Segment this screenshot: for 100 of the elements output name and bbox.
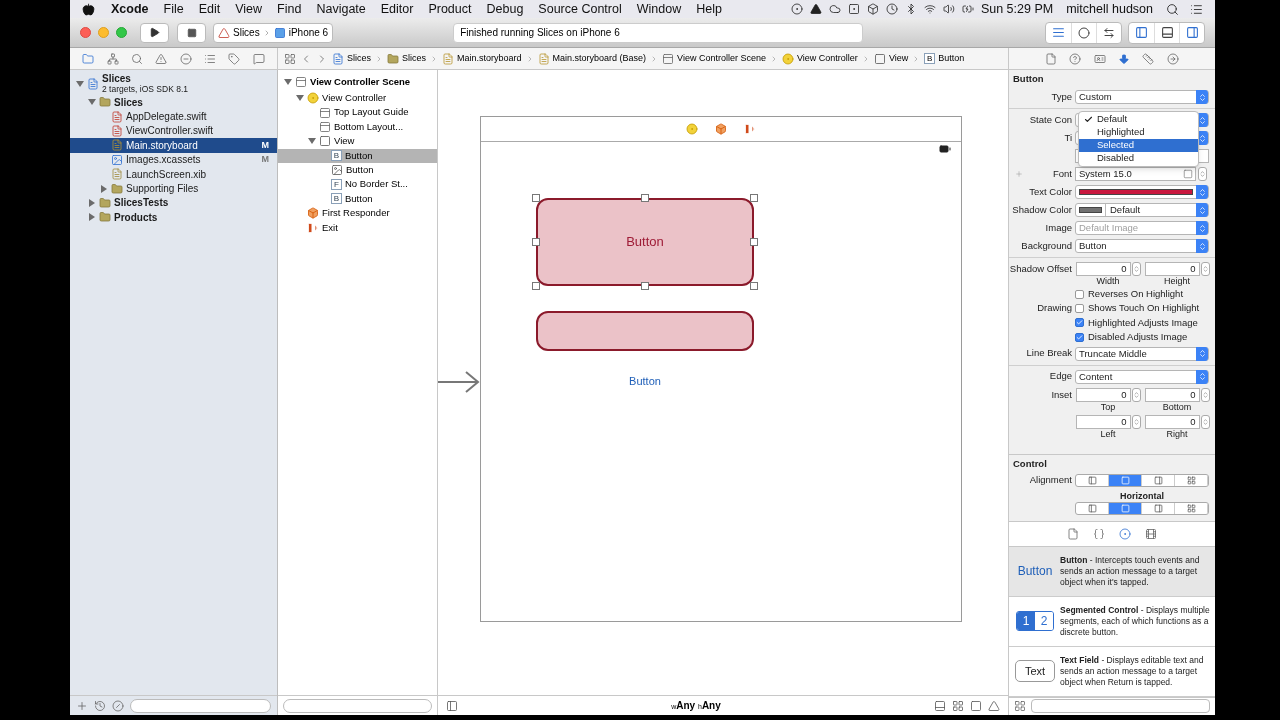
color-popup[interactable]: Default <box>1075 203 1209 217</box>
breadcrumb-item[interactable]: B Button <box>924 51 965 66</box>
library-description: Text Field - Displays editable text and sends an action message to a target object when Return is tapped. <box>1060 654 1205 688</box>
segmented-preview: 1 2 <box>1016 611 1054 631</box>
field-label: Text Color <box>1029 185 1072 197</box>
number-field[interactable]: 0 <box>1144 262 1200 276</box>
outline-item[interactable]: Exit <box>278 220 437 235</box>
type-badge: B <box>331 150 342 162</box>
outline-item[interactable]: B Button <box>278 148 437 163</box>
checkbox-label: Disabled Adjusts Image <box>1088 330 1188 345</box>
scheme-name: Slices <box>233 26 260 40</box>
project-name: Slices <box>102 74 132 84</box>
field-caption: Top <box>1100 401 1116 413</box>
menu-item[interactable]: Xcode <box>111 0 149 19</box>
device-name: iPhone 6 <box>288 26 329 40</box>
type-badge: F <box>331 179 342 191</box>
checkbox-label: Highlighted Adjusts Image <box>1088 315 1198 330</box>
menu-option[interactable]: Highlighted <box>1079 126 1198 139</box>
outline-item[interactable]: View <box>278 134 437 149</box>
outline-item[interactable]: View Controller <box>278 91 437 106</box>
menu-item[interactable]: Find <box>277 0 302 19</box>
breadcrumb-item[interactable]: Slices <box>332 51 371 66</box>
field-caption: Horizontal <box>1120 490 1164 501</box>
field-label: Alignment <box>1029 474 1072 486</box>
menu-item[interactable]: Help <box>696 0 722 19</box>
button-preview: Button <box>1017 563 1053 580</box>
menu-item[interactable]: View <box>235 0 263 19</box>
field-label: Line Break <box>1026 347 1072 359</box>
project-subtitle: 2 targets, iOS SDK 8.1 <box>102 84 188 94</box>
menu-item[interactable]: Source Control <box>538 0 622 19</box>
font-field[interactable]: System 15.0 <box>1075 167 1196 181</box>
field-caption: Width <box>1096 276 1120 287</box>
menu-item[interactable]: Debug <box>486 0 524 19</box>
menu-item[interactable]: Window <box>636 0 682 19</box>
menu-option[interactable]: Disabled <box>1079 152 1198 165</box>
text-field-preview: Text <box>1015 660 1055 682</box>
button-element[interactable]: Button <box>536 198 754 286</box>
menu-item[interactable]: Editor <box>380 0 414 19</box>
file-tree-item[interactable]: Supporting Files <box>70 181 277 196</box>
menu-option[interactable]: Default <box>1079 113 1198 126</box>
field-caption: Right <box>1166 428 1188 440</box>
field-label: Image <box>1045 221 1072 233</box>
library-description: Button - Intercepts touch events and sends an action message to a target object when it's tapped. <box>1060 554 1201 588</box>
section-title: Control <box>1013 457 1047 472</box>
checkbox-label: Shows Touch On Highlight <box>1088 301 1200 316</box>
file-tree-item[interactable]: LaunchScreen.xib <box>70 166 277 182</box>
outline-item[interactable]: View Controller Scene <box>278 73 437 91</box>
breadcrumb-item[interactable]: Main.storyboard (Base) <box>537 51 647 66</box>
menu-option[interactable]: Selected <box>1079 139 1198 152</box>
field-caption: Height <box>1164 276 1190 287</box>
file-tree-item[interactable]: Slices 2 targets, iOS SDK 8.1 <box>70 73 277 95</box>
activity-status: Finished running Slices on iPhone 6 <box>453 22 864 43</box>
section-title: Button <box>1013 71 1044 86</box>
number-field[interactable]: 0 <box>1144 387 1200 402</box>
outline-item[interactable]: Bottom Layout... <box>278 119 437 135</box>
field-label: Shadow Color <box>1012 203 1072 215</box>
popup-button[interactable]: Button <box>1075 239 1209 253</box>
file-tree-item[interactable]: SlicesTests <box>70 195 277 211</box>
breadcrumb-item[interactable]: View Controller Scene <box>662 51 766 66</box>
button-element[interactable]: Button <box>629 373 661 390</box>
file-tree-item[interactable]: Images.xcassets M <box>70 152 277 167</box>
field-label: Drawing <box>1037 302 1072 314</box>
outline-item[interactable]: B Button <box>278 191 437 207</box>
outline-item[interactable]: First Responder <box>278 206 437 221</box>
field-label: Type <box>1051 90 1072 102</box>
number-field[interactable]: 0 <box>1075 262 1131 276</box>
menu-item[interactable]: Product <box>428 0 472 19</box>
field-label: Font <box>1053 166 1072 181</box>
menu-item[interactable]: Navigate <box>316 0 366 19</box>
file-tree-item[interactable]: Slices <box>70 95 277 110</box>
type-badge: B <box>924 53 936 64</box>
breadcrumb-item[interactable]: View Controller <box>782 51 858 66</box>
field-label: Ti <box>1064 131 1072 143</box>
number-field[interactable]: 0 <box>1144 414 1200 429</box>
breadcrumb-item[interactable]: View <box>873 51 909 66</box>
menu-item[interactable]: Edit <box>198 0 221 19</box>
breadcrumb-item[interactable]: Slices <box>387 51 427 66</box>
scheme-selector[interactable]: Slices iPhone 6 <box>213 22 334 43</box>
outline-item[interactable]: Button <box>278 162 437 178</box>
status-label: M <box>261 153 269 166</box>
field-label: Inset <box>1051 388 1072 400</box>
outline-item[interactable]: F No Border St... <box>278 177 437 192</box>
file-tree-item[interactable]: Products <box>70 210 277 225</box>
user-name[interactable]: mitchell hudson <box>1066 0 1153 19</box>
breadcrumb-item[interactable]: Main.storyboard <box>442 51 522 66</box>
file-tree-item[interactable]: Main.storyboard M <box>70 138 277 153</box>
file-tree-item[interactable]: ViewController.swift <box>70 123 277 139</box>
popup-button[interactable]: Content <box>1075 369 1209 384</box>
menu-item[interactable]: File <box>163 0 184 19</box>
number-field[interactable]: 0 <box>1075 414 1131 429</box>
popup-button[interactable]: Custom <box>1075 90 1209 104</box>
field-label: State Con <box>1029 113 1072 125</box>
field-label: Shadow Offset <box>1009 263 1072 274</box>
number-field[interactable]: 0 <box>1075 387 1131 402</box>
library-item[interactable]: Button Button - Intercepts touch events and sends an action message to a target object when it's tapped. <box>1009 546 1215 597</box>
file-tree-item[interactable]: AppDelegate.swift <box>70 109 277 124</box>
library-description: Segmented Control - Displays multiple segments, each of which functions as a discrete button. <box>1060 604 1210 638</box>
popup-button[interactable]: Truncate Middle <box>1075 346 1209 361</box>
outline-item[interactable]: Top Layout Guide <box>278 105 437 120</box>
menu-clock[interactable]: Sun 5:29 PM <box>980 0 1054 19</box>
